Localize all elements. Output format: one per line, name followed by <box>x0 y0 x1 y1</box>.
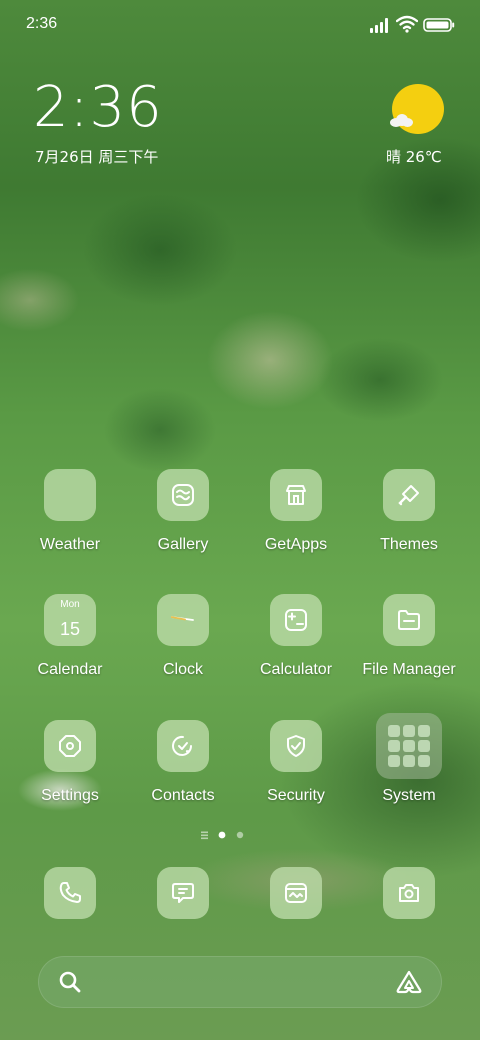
app-calendar[interactable]: Mon 15 Calendar <box>15 594 125 690</box>
app-contacts[interactable]: Contacts <box>128 720 238 816</box>
app-security[interactable]: Security <box>241 720 351 816</box>
gallery-icon <box>172 484 194 506</box>
app-label: Security <box>267 787 325 804</box>
assistant-icon[interactable] <box>395 969 423 995</box>
camera-icon <box>399 884 419 902</box>
app-label: Themes <box>380 536 438 553</box>
status-bar: 2:36 <box>0 0 480 50</box>
contacts-icon <box>172 735 192 756</box>
app-label: Clock <box>162 661 203 678</box>
brush-icon <box>398 485 419 506</box>
search-bar[interactable] <box>38 956 442 1008</box>
app-folder-system[interactable]: System <box>354 713 464 816</box>
folder-icon <box>398 610 420 630</box>
home-screen: 2:36 2:36 7月26日 周三下午 晴 26℃ Weather Galle… <box>0 0 480 1040</box>
search-icon[interactable] <box>58 970 82 994</box>
message-icon <box>172 883 194 903</box>
app-settings[interactable]: Settings <box>15 720 125 816</box>
app-label: File Manager <box>362 661 456 678</box>
dock-browser[interactable] <box>270 867 322 919</box>
app-themes[interactable]: Themes <box>354 469 464 565</box>
status-time: 2:36 <box>26 15 58 32</box>
battery-icon <box>423 18 455 32</box>
sun-icon <box>392 84 444 134</box>
app-label: Calculator <box>259 661 333 678</box>
weather-widget[interactable]: 晴 26℃ <box>384 82 446 172</box>
calendar-date: 15 <box>59 619 81 639</box>
app-label: Contacts <box>151 787 215 804</box>
signal-icon <box>370 18 388 33</box>
shield-icon <box>287 735 305 757</box>
gear-icon <box>59 735 81 757</box>
app-clock[interactable]: Clock <box>128 594 238 690</box>
calculator-icon <box>285 609 307 631</box>
dock-messages[interactable] <box>157 867 209 919</box>
app-label: Settings <box>41 787 99 804</box>
store-icon <box>286 485 306 505</box>
calendar-icon: Mon 15 <box>44 594 96 646</box>
app-label: Weather <box>39 536 101 553</box>
folder-grid-icon <box>376 713 442 779</box>
cloud-icon <box>390 114 413 127</box>
wifi-icon <box>396 15 418 33</box>
app-getapps[interactable]: GetApps <box>241 469 351 565</box>
app-label: Gallery <box>157 536 209 553</box>
weather-text: 晴 26℃ <box>386 148 442 166</box>
clock-widget-time[interactable]: 2:36 <box>33 80 163 136</box>
app-gallery[interactable]: Gallery <box>128 469 238 565</box>
dock-phone[interactable] <box>44 867 96 919</box>
app-calculator[interactable]: Calculator <box>241 594 351 690</box>
calendar-day: Mon <box>60 599 80 610</box>
app-label: System <box>382 787 436 804</box>
weather-icon <box>44 469 96 521</box>
clock-icon <box>171 616 194 621</box>
clock-widget-date: 7月26日 周三下午 <box>35 148 159 166</box>
page-indicator[interactable] <box>200 828 250 842</box>
app-label: Calendar <box>37 661 103 678</box>
app-weather[interactable]: Weather <box>15 469 125 565</box>
browser-icon <box>285 883 307 903</box>
phone-icon <box>59 882 81 903</box>
app-label: GetApps <box>264 536 328 553</box>
dock-camera[interactable] <box>383 867 435 919</box>
app-file-manager[interactable]: File Manager <box>354 594 464 690</box>
